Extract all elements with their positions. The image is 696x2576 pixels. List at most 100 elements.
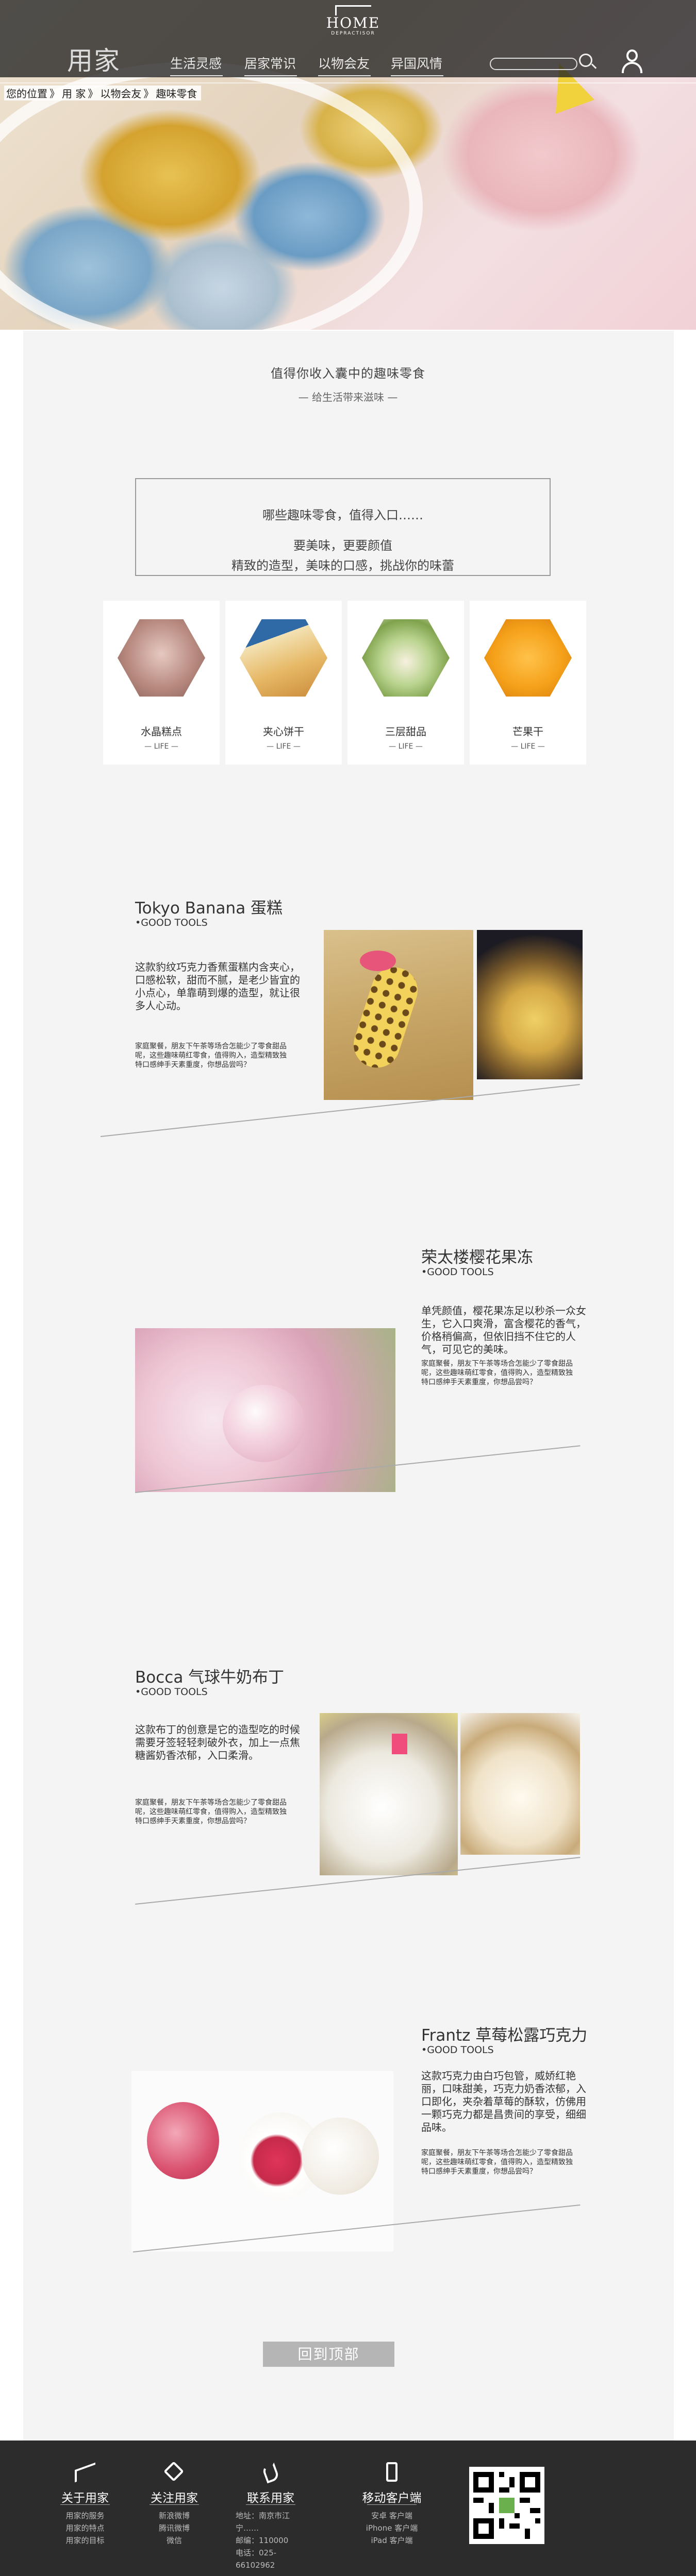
pudding-detail-photo <box>460 1713 580 1855</box>
sakura-jelly-photo <box>135 1328 395 1492</box>
snack-card-tag: — LIFE — <box>511 742 545 751</box>
logo-sub: DEPRACTISOR <box>331 31 375 36</box>
footer-col-items: 用家的服务 用家的特点 用家的目标 <box>44 2510 126 2547</box>
back-to-top-button[interactable]: 回到顶部 <box>263 2342 394 2367</box>
home-logo[interactable]: HOME DEPRACTISOR <box>322 5 384 36</box>
section-body: 单凭颜值，樱花果冻足以秒杀一众女生，它入口爽滑，富含樱花的香气，价格稍偏高，但依… <box>421 1304 586 1355</box>
footer-text: 地址：南京市江宁…… <box>236 2511 290 2533</box>
footer-col-divider <box>367 2504 417 2505</box>
snack-card-image <box>484 619 572 697</box>
snack-card-name: 三层甜品 <box>385 725 426 738</box>
snack-card-name: 芒果干 <box>512 725 543 738</box>
user-icon[interactable] <box>621 49 643 75</box>
qr-code <box>469 2467 544 2544</box>
nav-item-friends[interactable]: 以物会友 <box>318 54 380 76</box>
footer-link[interactable]: 安卓 客户端 <box>351 2510 433 2522</box>
tokyo-banana-detail-photo <box>477 930 583 1079</box>
snack-card-tag: — LIFE — <box>389 742 423 751</box>
footer-link[interactable]: 用家的目标 <box>44 2534 126 2547</box>
nav-label: 居家常识 <box>244 56 296 71</box>
snack-card[interactable]: 水晶糕点 — LIFE — <box>103 601 220 765</box>
intro-title: 值得你收入囊中的趣味零食 <box>271 366 425 381</box>
snack-card[interactable]: 夹心饼干 — LIFE — <box>225 601 342 765</box>
section-note: 家庭聚餐，朋友下午茶等场合怎能少了零食甜品呢，这些趣味萌红零食，值得购入，造型精… <box>421 1360 573 1386</box>
footer-link[interactable]: iPhone 客户端 <box>351 2522 433 2534</box>
nav-underline <box>244 75 297 76</box>
footer-link[interactable]: 微信 <box>133 2534 216 2547</box>
section-title: Tokyo Banana 蛋糕 <box>135 899 283 918</box>
snack-card-image <box>362 619 450 697</box>
section-note: 家庭聚餐，朋友下午茶等场合怎能少了零食甜品呢，这些趣味萌红零食，值得购入，造型精… <box>135 1042 287 1069</box>
nav-label: 生活灵感 <box>170 56 222 71</box>
candy-bowl-graphic <box>0 62 423 330</box>
breadcrumb-item[interactable]: 用 家 <box>62 88 86 100</box>
footer-link[interactable]: 新浪微博 <box>133 2510 216 2522</box>
nav-item-life[interactable]: 生活灵感 <box>170 54 232 76</box>
house-roof-icon <box>335 5 371 15</box>
notice-line: 精致的造型，美味的口感，挑战你的味蕾 <box>231 558 454 573</box>
snack-card-name: 夹心饼干 <box>263 725 304 738</box>
intro-notice-box: 哪些趣味零食，值得入口…… 要美味，更要颜值 精致的造型，美味的口感，挑战你的味… <box>135 478 551 576</box>
footer-col-title: 移动客户端 <box>362 2492 422 2505</box>
snack-card-name: 水晶糕点 <box>141 725 182 738</box>
footer-link[interactable]: iPad 客户端 <box>351 2534 433 2547</box>
brand-name[interactable]: 用家 <box>67 40 121 77</box>
breadcrumb-sep: 》 <box>49 88 60 100</box>
footer-col-divider <box>60 2504 110 2505</box>
tokyo-banana-photo <box>324 930 473 1100</box>
snack-card-image <box>118 619 205 697</box>
search-icon[interactable] <box>579 54 592 67</box>
section-subtitle: •GOOD TOOLS <box>135 917 208 928</box>
house-icon <box>72 2462 98 2483</box>
footer-link[interactable]: 用家的特点 <box>44 2522 126 2534</box>
footer-text: 电话：025-66102962 <box>236 2548 277 2570</box>
balloon-pudding-photo <box>320 1713 458 1875</box>
footer-col-title: 关于用家 <box>61 2492 109 2505</box>
pink-truffle-graphic <box>147 2102 219 2179</box>
header-divider <box>0 82 696 83</box>
user-icon-body <box>622 62 642 73</box>
banana-cake-graphic <box>347 961 424 1074</box>
breadcrumb-item: 趣味零食 <box>156 88 197 100</box>
breadcrumb-item[interactable]: 以物会友 <box>100 88 141 100</box>
search-input[interactable] <box>490 58 577 70</box>
breadcrumb-sep: 》 <box>143 88 154 100</box>
footer-text: 邮编：110000 <box>236 2536 289 2545</box>
strawberry-truffle-photo <box>131 2071 393 2251</box>
footer-link[interactable]: 腾讯微博 <box>133 2522 216 2534</box>
nav-item-home-tips[interactable]: 居家常识 <box>244 54 306 76</box>
section-title: 荣太楼樱花果冻 <box>421 1248 533 1267</box>
section-title: Bocca 气球牛奶布丁 <box>135 1668 285 1687</box>
footer-col-items: 新浪微博 腾讯微博 微信 <box>133 2510 216 2547</box>
section-subtitle: •GOOD TOOLS <box>421 1266 494 1278</box>
mobile-phone-icon <box>379 2462 405 2483</box>
breadcrumb-item: 您的位置 <box>6 88 47 100</box>
tag-icon <box>161 2461 187 2483</box>
footer-link[interactable]: 用家的服务 <box>44 2510 126 2522</box>
section-note: 家庭聚餐，朋友下午茶等场合怎能少了零食甜品呢，这些趣味萌红零食，值得购入，造型精… <box>135 1799 287 1825</box>
section-body: 这款豹纹巧克力香蕉蛋糕内含夹心，口感松软，甜而不腻，是老少皆宜的小点心，单靠萌到… <box>135 961 300 1012</box>
footer-col-title: 关注用家 <box>151 2492 198 2505</box>
intro-subtitle: — 给生活带来滋味 — <box>298 391 398 403</box>
footer-col-items: 安卓 客户端 iPhone 客户端 iPad 客户端 <box>351 2510 433 2547</box>
footer: 关于用家 用家的服务 用家的特点 用家的目标 关注用家 新浪微博 腾讯微博 微信… <box>0 2441 696 2576</box>
footer-col-items: 地址：南京市江宁…… 邮编：110000 电话：025-66102962 <box>229 2510 312 2571</box>
nav-label: 以物会友 <box>318 56 370 71</box>
nav-underline <box>170 75 223 76</box>
section-subtitle: •GOOD TOOLS <box>421 2044 494 2056</box>
notice-line: 要美味，更要颜值 <box>293 538 392 553</box>
user-icon-head <box>626 49 638 62</box>
breadcrumb: 您的位置》用 家》以物会友》趣味零食 <box>4 86 202 100</box>
section-body: 这款巧克力由白巧包管，威娇红艳丽，口味甜美，巧克力奶香浓郁，入口即化，夹杂着草莓… <box>421 2070 586 2133</box>
phone-icon <box>258 2462 284 2484</box>
breadcrumb-sep: 》 <box>88 88 98 100</box>
nav-underline <box>318 75 371 76</box>
nav-item-exotic[interactable]: 异国风情 <box>391 54 453 76</box>
snack-card-tag: — LIFE — <box>144 742 178 751</box>
logo-word: HOME <box>326 14 380 31</box>
snack-card[interactable]: 芒果干 — LIFE — <box>470 601 586 765</box>
jelly-graphic <box>223 1385 305 1462</box>
snack-card[interactable]: 三层甜品 — LIFE — <box>347 601 464 765</box>
section-subtitle: •GOOD TOOLS <box>135 1686 208 1698</box>
nav-label: 异国风情 <box>391 56 443 71</box>
